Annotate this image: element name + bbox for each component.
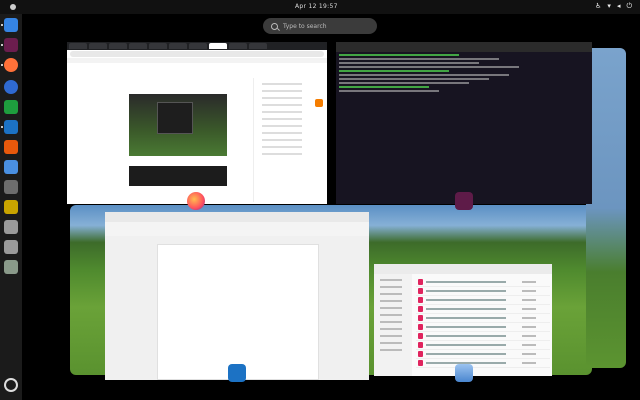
file-row — [416, 314, 550, 323]
file-row — [416, 359, 550, 368]
writer-titlebar — [105, 212, 369, 222]
browser-tab — [229, 43, 247, 49]
file-row — [416, 341, 550, 350]
dock-app-icon[interactable] — [4, 240, 18, 254]
browser-tab — [149, 43, 167, 49]
dock-trash-icon[interactable] — [4, 260, 18, 274]
browser-tab — [189, 43, 207, 49]
dock-thunderbird-icon[interactable] — [4, 80, 18, 94]
browser-tab — [129, 43, 147, 49]
files-headerbar — [374, 264, 552, 274]
top-bar: Apr 12 19:57 ♿ ▾ ◂ ⏻ — [0, 0, 640, 14]
browser-tab — [109, 43, 127, 49]
dock-writer-icon[interactable] — [4, 120, 18, 134]
browser-tab — [89, 43, 107, 49]
terminal-window[interactable] — [336, 42, 592, 204]
clock[interactable]: Apr 12 19:57 — [295, 3, 338, 10]
show-apps-icon[interactable] — [4, 378, 18, 392]
firefox-window[interactable] — [67, 42, 327, 204]
search-icon — [271, 22, 278, 30]
running-indicator — [1, 126, 3, 128]
terminal-line — [339, 66, 519, 68]
running-indicator — [1, 24, 3, 26]
file-row — [416, 332, 550, 341]
embedded-screenshot — [129, 166, 227, 186]
dock-mail-icon[interactable] — [4, 160, 18, 174]
files-window-icon — [455, 364, 473, 382]
writer-toolbar — [105, 222, 369, 237]
browser-tab-bar — [67, 42, 327, 50]
libreoffice-writer-window[interactable] — [105, 212, 369, 380]
blog-post-content — [129, 94, 227, 194]
terminal-line — [339, 58, 499, 60]
browser-bookmarks-bar — [67, 58, 327, 63]
browser-tab — [69, 43, 87, 49]
dock-files-icon[interactable] — [4, 18, 18, 32]
blogger-logo-icon — [315, 99, 323, 107]
terminal-header — [336, 42, 592, 52]
terminal-line — [339, 86, 429, 88]
embedded-screenshot — [129, 94, 227, 156]
file-row — [416, 323, 550, 332]
dock-gimp-icon[interactable] — [4, 180, 18, 194]
running-indicator — [1, 64, 3, 66]
search-placeholder: Type to search — [283, 22, 327, 30]
firefox-window-icon — [187, 192, 205, 210]
volume-icon[interactable]: ◂ — [617, 2, 621, 11]
workspace-wallpaper-next[interactable] — [586, 48, 626, 368]
terminal-line — [339, 62, 479, 64]
file-row — [416, 287, 550, 296]
file-row — [416, 296, 550, 305]
browser-tab — [249, 43, 267, 49]
dock-firefox-icon[interactable] — [4, 58, 18, 72]
dock-app-icon[interactable] — [4, 220, 18, 234]
system-tray[interactable]: ♿ ▾ ◂ ⏻ — [595, 2, 632, 11]
dock-calc-icon[interactable] — [4, 100, 18, 114]
dock — [0, 14, 22, 400]
writer-blank-page — [157, 244, 319, 380]
blog-editor-sidebar — [253, 78, 324, 202]
terminal-line — [339, 74, 509, 76]
terminal-line — [339, 54, 459, 56]
dock-impress-icon[interactable] — [4, 140, 18, 154]
power-icon[interactable]: ⏻ — [626, 2, 632, 11]
file-row — [416, 278, 550, 287]
dock-terminal-icon[interactable] — [4, 38, 18, 52]
terminal-line — [339, 90, 439, 92]
file-row — [416, 350, 550, 359]
terminal-window-icon — [455, 192, 473, 210]
search-input[interactable]: Type to search — [263, 18, 377, 34]
terminal-line — [339, 78, 489, 80]
files-sidebar — [374, 274, 412, 376]
browser-tab-active — [209, 43, 227, 49]
dock-draw-icon[interactable] — [4, 200, 18, 214]
terminal-line — [339, 82, 469, 84]
file-row — [416, 305, 550, 314]
activities-indicator-icon[interactable] — [10, 4, 16, 10]
files-window[interactable] — [374, 264, 552, 376]
network-icon[interactable]: ▾ — [607, 2, 611, 11]
browser-address-bar — [70, 51, 324, 57]
running-indicator — [1, 44, 3, 46]
accessibility-icon[interactable]: ♿ — [595, 2, 601, 11]
terminal-line — [339, 70, 449, 72]
writer-window-icon — [228, 364, 246, 382]
browser-tab — [169, 43, 187, 49]
